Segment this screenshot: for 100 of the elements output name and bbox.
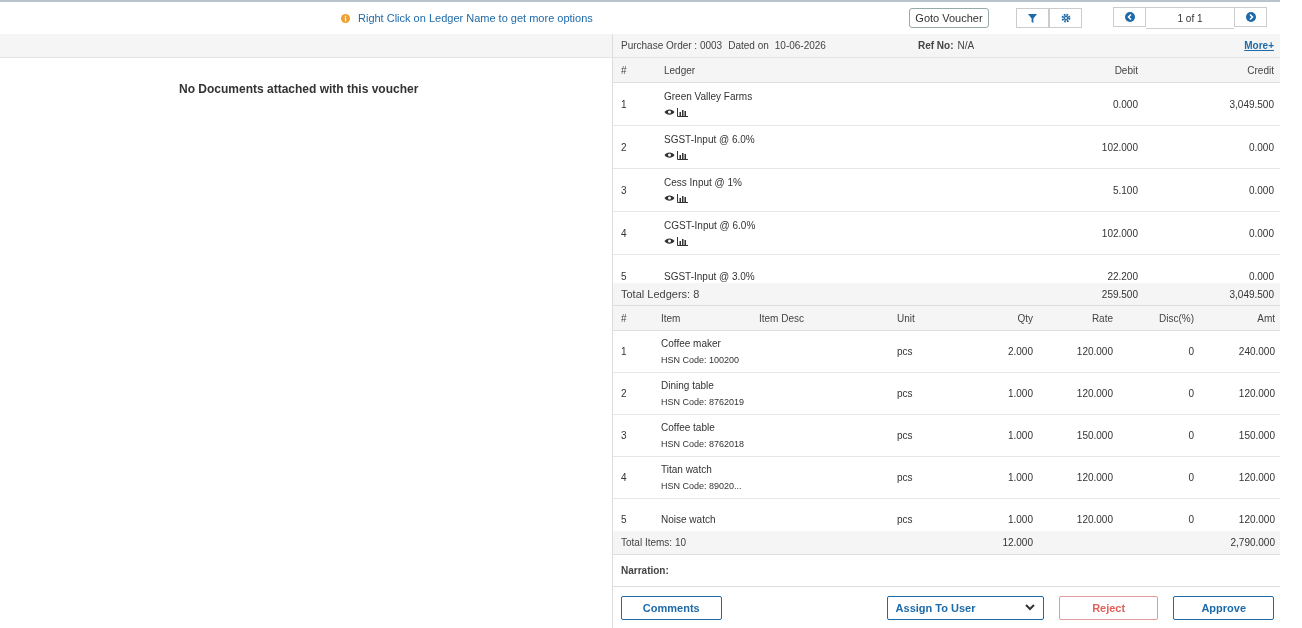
table-cell-text: 4: [621, 472, 628, 483]
column-header: Amt: [1256, 312, 1275, 324]
item-name: Dining table: [661, 380, 715, 391]
table-cell-text: 0: [1187, 472, 1194, 483]
total-cell-text: 259.500: [1100, 288, 1138, 300]
table-cell-text: pcs: [897, 472, 914, 483]
table-cell-text: 120.000: [1237, 514, 1275, 525]
table-cell-text: 0.000: [1247, 184, 1274, 196]
dated-label: Dated on: [728, 40, 769, 51]
table-cell-text: 0.000: [1111, 98, 1138, 110]
table-cell-text: 1.000: [1006, 430, 1033, 441]
hint-text: Right Click on Ledger Name to get more options: [358, 12, 593, 24]
item-name: Titan watch: [661, 464, 713, 475]
eye-icon[interactable]: [664, 151, 675, 159]
table-cell-text: 102.000: [1100, 227, 1138, 239]
table-cell-text: 0.000: [1247, 227, 1274, 239]
table-cell-text: 3,049.500: [1228, 98, 1274, 110]
table-cell-text: pcs: [897, 514, 914, 525]
table-cell-text: 22.200: [1106, 270, 1138, 282]
table-cell-text: 2: [621, 388, 628, 399]
table-cell-text: pcs: [897, 388, 914, 399]
column-header: Disc(%): [1158, 312, 1194, 324]
empty-message: No Documents attached with this voucher: [179, 82, 420, 96]
eye-icon[interactable]: [664, 108, 675, 116]
table-cell-text: 0: [1187, 346, 1194, 357]
item-name: Coffee table: [661, 422, 716, 433]
filter-icon: [1028, 13, 1037, 23]
table-cell-text: 4: [621, 227, 628, 239]
voucher-title: Purchase Order : 0003: [621, 40, 723, 51]
narration-label: Narration:: [621, 565, 669, 576]
table-cell-text: 0.000: [1247, 141, 1274, 153]
column-header: Credit: [1246, 64, 1274, 76]
bar-chart-icon[interactable]: [677, 108, 688, 117]
hsn-code: HSN Code: 89020...: [661, 481, 743, 491]
table-cell-text: 120.000: [1075, 472, 1113, 483]
settings-button[interactable]: [1049, 8, 1082, 28]
item-name: Noise watch: [661, 514, 717, 525]
info-icon: [341, 13, 350, 23]
table-cell-text: 0: [1187, 430, 1194, 441]
comments-button[interactable]: Comments: [621, 595, 722, 620]
total-cell-text: 3,049.500: [1228, 288, 1274, 300]
table-cell-text: 5.100: [1111, 184, 1138, 196]
ledger-name[interactable]: Cess Input @ 1%: [664, 177, 1018, 188]
total-label: Total Ledgers: 8: [621, 288, 701, 300]
settings-icon: [1060, 13, 1071, 23]
table-cell-text: 3: [621, 184, 628, 196]
table-cell-text: 5: [621, 270, 628, 282]
hsn-code: HSN Code: 8762018: [661, 439, 746, 449]
next-icon: [1245, 12, 1256, 22]
table-cell-text: 120.000: [1237, 388, 1275, 399]
reject-button[interactable]: Reject: [1058, 595, 1159, 620]
table-cell-text: pcs: [897, 430, 914, 441]
total-cell-text: 2,790.000: [1229, 537, 1275, 548]
bar-chart-icon[interactable]: [677, 151, 688, 160]
hsn-code: HSN Code: 8762019: [661, 397, 746, 407]
column-header: Unit: [897, 312, 916, 324]
table-cell-text: 3: [621, 430, 628, 441]
more-link[interactable]: More+: [1244, 40, 1274, 51]
table-cell-text: 1: [621, 346, 628, 357]
table-cell-text: 150.000: [1237, 430, 1275, 441]
hsn-code: HSN Code: 100200: [661, 355, 741, 365]
assign-dropdown[interactable]: Assign To User: [886, 595, 1044, 620]
previous-button[interactable]: [1113, 7, 1146, 27]
bar-chart-icon[interactable]: [677, 237, 688, 246]
column-header: #: [621, 312, 628, 324]
item-name: Coffee maker: [661, 338, 722, 349]
voucher-date: 10-06-2026: [774, 40, 826, 51]
chevron-down-icon: [1024, 604, 1035, 611]
table-cell-text: 120.000: [1075, 346, 1113, 357]
column-header: Item Desc: [759, 312, 805, 324]
column-header: Qty: [1016, 312, 1033, 324]
filter-button[interactable]: [1016, 8, 1049, 28]
table-cell-text: 2: [621, 141, 628, 153]
ledger-name[interactable]: SGST-Input @ 6.0%: [664, 134, 1018, 145]
next-button[interactable]: [1234, 7, 1267, 27]
total-cell-text: 12.000: [1001, 537, 1033, 548]
eye-icon[interactable]: [664, 237, 675, 245]
table-cell-text: 1: [621, 98, 628, 110]
ledger-name[interactable]: Green Valley Farms: [664, 91, 1018, 102]
table-cell-text: pcs: [897, 346, 914, 357]
column-header: Debit: [1113, 64, 1138, 76]
table-cell-text: 0.000: [1247, 270, 1274, 282]
previous-icon: [1124, 12, 1135, 22]
ref-value: N/A: [957, 40, 975, 51]
page-indicator: 1 of 1: [1146, 7, 1234, 29]
column-header: Item: [661, 312, 682, 324]
ledger-name[interactable]: CGST-Input @ 6.0%: [664, 220, 1018, 231]
ledger-name[interactable]: SGST-Input @ 3.0%: [664, 270, 1018, 282]
total-label: Total Items: 10: [621, 537, 688, 548]
ref-label: Ref No:: [917, 40, 954, 51]
eye-icon[interactable]: [664, 194, 675, 202]
table-cell-text: 5: [621, 514, 628, 525]
column-header: #: [621, 64, 628, 76]
goto-voucher-button[interactable]: Goto Voucher: [909, 8, 989, 28]
table-cell-text: 150.000: [1075, 430, 1113, 441]
table-cell-text: 1.000: [1006, 514, 1033, 525]
column-header: Rate: [1090, 312, 1113, 324]
table-cell-text: 120.000: [1075, 388, 1113, 399]
bar-chart-icon[interactable]: [677, 194, 688, 203]
approve-button[interactable]: Approve: [1173, 595, 1274, 620]
